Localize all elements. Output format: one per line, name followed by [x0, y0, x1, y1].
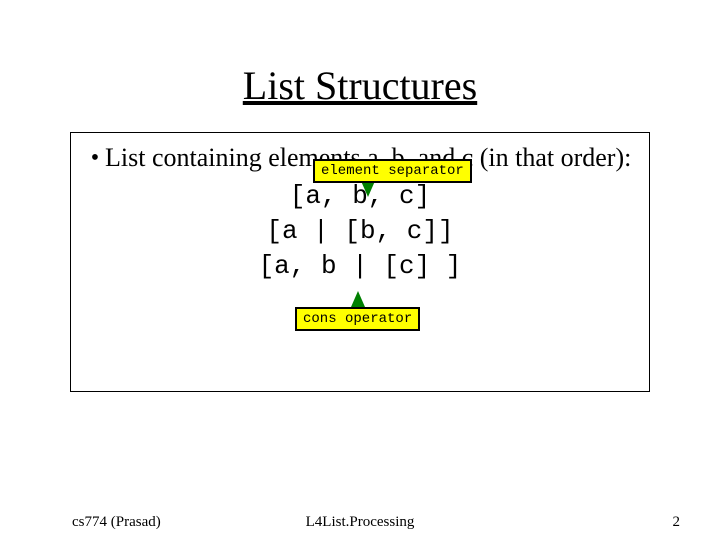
slide: List Structures • List containing elemen…: [0, 0, 720, 540]
code-area: element separator [a, b, c] [a | [b, c]]…: [85, 179, 635, 284]
slide-title: List Structures: [0, 62, 720, 109]
bullet-marker: •: [85, 143, 105, 173]
callout-cons-operator: cons operator: [295, 307, 420, 331]
content-box: • List containing elements a, b, and c (…: [70, 132, 650, 392]
footer-right: 2: [673, 514, 681, 531]
code-line-3: [a, b | [c] ]: [85, 249, 635, 284]
arrow-up-icon: [351, 291, 365, 307]
footer-center: L4List.Processing: [0, 514, 720, 531]
code-line-1: [a, b, c]: [85, 179, 635, 214]
callout-element-separator: element separator: [313, 159, 472, 183]
arrow-down-icon: [361, 181, 375, 197]
code-line-2: [a | [b, c]]: [85, 214, 635, 249]
